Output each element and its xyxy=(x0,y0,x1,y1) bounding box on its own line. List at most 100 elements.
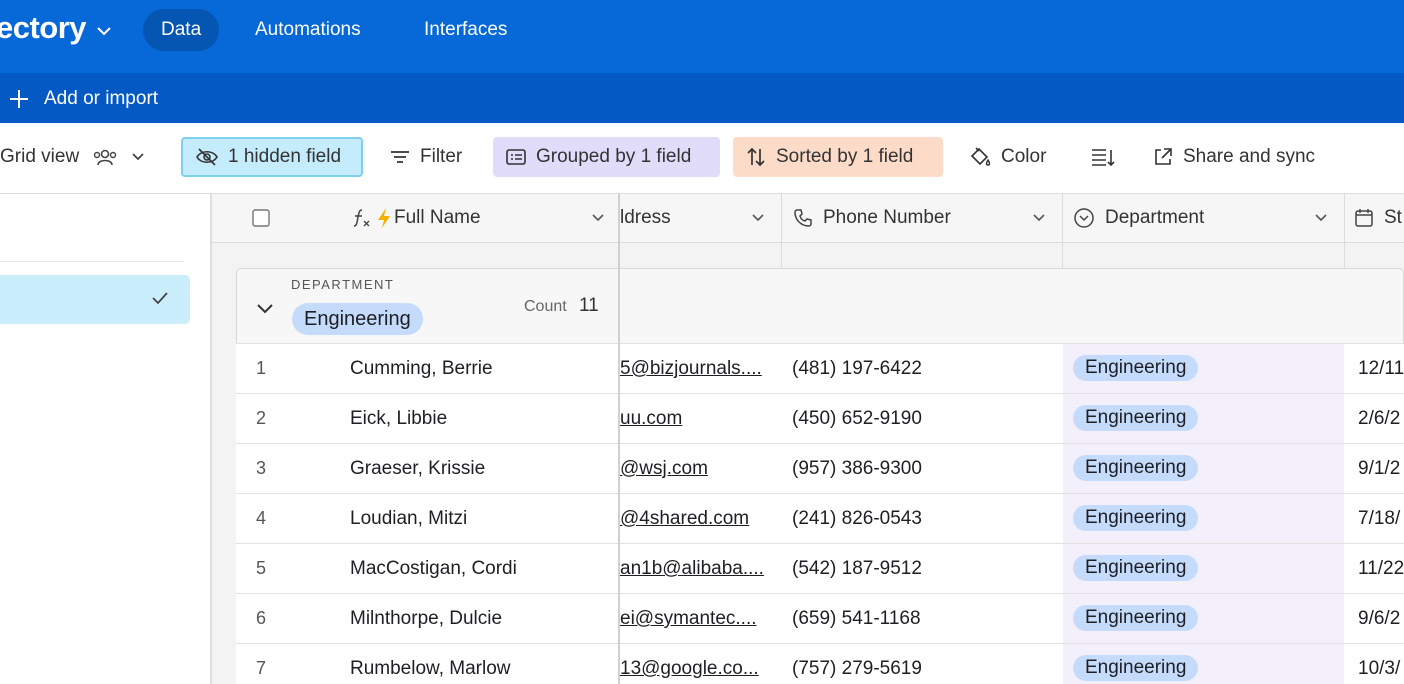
department-badge: Engineering xyxy=(1073,605,1199,631)
table-row[interactable]: 4 Loudian, Mitzi @4shared.com (241) 826-… xyxy=(236,493,1404,543)
people-icon xyxy=(93,149,117,166)
column-header-department[interactable]: Department xyxy=(1073,194,1344,242)
row-number: 7 xyxy=(256,658,267,678)
start-date-cell[interactable]: 12/11 xyxy=(1358,344,1404,393)
full-name-cell[interactable]: Graeser, Krissie xyxy=(350,444,620,493)
color-button[interactable]: Color xyxy=(956,137,1058,177)
department-badge: Engineering xyxy=(1073,455,1199,481)
email-cell[interactable]: an1b@alibaba.... xyxy=(620,544,780,593)
filter-lines-icon xyxy=(391,151,409,163)
view-toolbar: Grid view 1 hidden field Filter Grouped … xyxy=(0,123,1404,194)
chevron-down-icon[interactable] xyxy=(1031,210,1047,226)
row-height-icon xyxy=(1092,149,1115,167)
hidden-fields-label: 1 hidden field xyxy=(228,146,342,167)
row-number: 6 xyxy=(256,608,267,628)
share-and-sync-button[interactable]: Share and sync xyxy=(1140,137,1327,177)
department-cell[interactable]: Engineering xyxy=(1063,494,1344,543)
start-date-cell[interactable]: 7/18/ xyxy=(1358,494,1404,543)
checkmark-icon xyxy=(152,292,168,305)
column-header-full-name[interactable]: Full Name xyxy=(350,194,618,242)
sort-button[interactable]: Sorted by 1 field xyxy=(733,137,943,177)
row-number: 5 xyxy=(256,558,267,578)
phone-cell[interactable]: (542) 187-9512 xyxy=(792,544,1062,593)
nav-data-tab[interactable]: Data xyxy=(143,9,220,51)
department-badge: Engineering xyxy=(1073,655,1199,681)
filter-label: Filter xyxy=(420,146,463,167)
chevron-down-icon[interactable] xyxy=(1313,210,1329,226)
department-badge: Engineering xyxy=(1073,405,1199,431)
full-name-cell[interactable]: Milnthorpe, Dulcie xyxy=(350,594,620,643)
email-cell[interactable]: 13@google.co... xyxy=(620,644,780,684)
plus-icon xyxy=(10,90,28,108)
table-row[interactable]: 6 Milnthorpe, Dulcie ei@symantec.... (65… xyxy=(236,593,1404,643)
group-field-label: DEPARTMENT xyxy=(291,277,395,292)
table-row[interactable]: 1 Cumming, Berrie 5@bizjournals.... (481… xyxy=(236,343,1404,393)
full-name-cell[interactable]: Cumming, Berrie xyxy=(350,344,620,393)
chevron-down-icon[interactable] xyxy=(590,210,606,226)
full-name-cell[interactable]: Rumbelow, Marlow xyxy=(350,644,620,684)
group-button[interactable]: Grouped by 1 field xyxy=(493,137,720,177)
share-label: Share and sync xyxy=(1183,146,1316,167)
color-label: Color xyxy=(1001,146,1047,167)
records-grid: ldress Phone Number Department St DEPART… xyxy=(212,194,1404,684)
department-badge: Engineering xyxy=(1073,355,1199,381)
phone-cell[interactable]: (957) 386-9300 xyxy=(792,444,1062,493)
start-date-cell[interactable]: 9/6/2 xyxy=(1358,594,1404,643)
table-row[interactable]: 2 Eick, Libbie uu.com (450) 652-9190 Eng… xyxy=(236,393,1404,443)
base-title[interactable]: ectory xyxy=(0,10,87,46)
column-header-label: St xyxy=(1384,207,1402,228)
chevron-down-icon[interactable] xyxy=(750,210,766,226)
phone-cell[interactable]: (757) 279-5619 xyxy=(792,644,1062,684)
table-row[interactable]: 7 Rumbelow, Marlow 13@google.co... (757)… xyxy=(236,643,1404,684)
hidden-fields-button[interactable]: 1 hidden field xyxy=(181,137,363,177)
department-badge: Engineering xyxy=(1073,505,1199,531)
email-cell[interactable]: @4shared.com xyxy=(620,494,780,543)
chevron-down-icon[interactable] xyxy=(255,299,275,319)
phone-cell[interactable]: (241) 826-0543 xyxy=(792,494,1062,543)
department-cell[interactable]: Engineering xyxy=(1063,594,1344,643)
views-sidebar xyxy=(0,194,212,684)
department-cell[interactable]: Engineering xyxy=(1063,444,1344,493)
email-cell[interactable]: ei@symantec.... xyxy=(620,594,780,643)
phone-cell[interactable]: (659) 541-1168 xyxy=(792,594,1062,643)
row-number: 3 xyxy=(256,458,267,478)
full-name-cell[interactable]: Eick, Libbie xyxy=(350,394,620,443)
group-count-label: Count xyxy=(524,298,567,315)
select-all-checkbox[interactable] xyxy=(252,194,282,242)
table-row[interactable]: 3 Graeser, Krissie @wsj.com (957) 386-93… xyxy=(236,443,1404,493)
view-switcher[interactable]: Grid view xyxy=(0,137,167,177)
full-name-cell[interactable]: Loudian, Mitzi xyxy=(350,494,620,543)
paint-bucket-icon xyxy=(970,147,991,166)
start-date-cell[interactable]: 2/6/2 xyxy=(1358,394,1404,443)
department-cell[interactable]: Engineering xyxy=(1063,344,1344,393)
department-cell[interactable]: Engineering xyxy=(1063,544,1344,593)
phone-cell[interactable]: (450) 652-9190 xyxy=(792,394,1062,443)
nav-interfaces-tab[interactable]: Interfaces xyxy=(406,9,525,51)
start-date-cell[interactable]: 10/3/ xyxy=(1358,644,1404,684)
full-name-cell[interactable]: MacCostigan, Cordi xyxy=(350,544,620,593)
column-header-label: Department xyxy=(1105,207,1205,228)
department-cell[interactable]: Engineering xyxy=(1063,394,1344,443)
checkbox-icon xyxy=(252,209,270,227)
lightning-icon xyxy=(378,208,390,228)
email-cell[interactable]: uu.com xyxy=(620,394,780,443)
add-or-import-button[interactable]: Add or import xyxy=(8,85,158,113)
chevron-down-icon[interactable] xyxy=(95,22,113,40)
column-header-label: ldress xyxy=(620,207,671,228)
start-date-cell[interactable]: 11/22 xyxy=(1358,544,1404,593)
group-header-engineering[interactable]: DEPARTMENT Engineering Count 11 xyxy=(236,268,1404,344)
department-cell[interactable]: Engineering xyxy=(1063,644,1344,684)
column-header-start-date[interactable]: St xyxy=(1354,194,1404,242)
table-row[interactable]: 5 MacCostigan, Cordi an1b@alibaba.... (5… xyxy=(236,543,1404,593)
row-height-button[interactable] xyxy=(1078,137,1137,177)
phone-cell[interactable]: (481) 197-6422 xyxy=(792,344,1062,393)
email-cell[interactable]: @wsj.com xyxy=(620,444,780,493)
add-or-import-label: Add or import xyxy=(44,88,159,109)
column-header-email[interactable]: ldress xyxy=(620,194,781,242)
nav-automations-tab[interactable]: Automations xyxy=(237,9,379,51)
email-cell[interactable]: 5@bizjournals.... xyxy=(620,344,780,393)
start-date-cell[interactable]: 9/1/2 xyxy=(1358,444,1404,493)
filter-button[interactable]: Filter xyxy=(377,137,474,177)
row-number: 2 xyxy=(256,408,267,428)
column-header-phone[interactable]: Phone Number xyxy=(793,194,1062,242)
